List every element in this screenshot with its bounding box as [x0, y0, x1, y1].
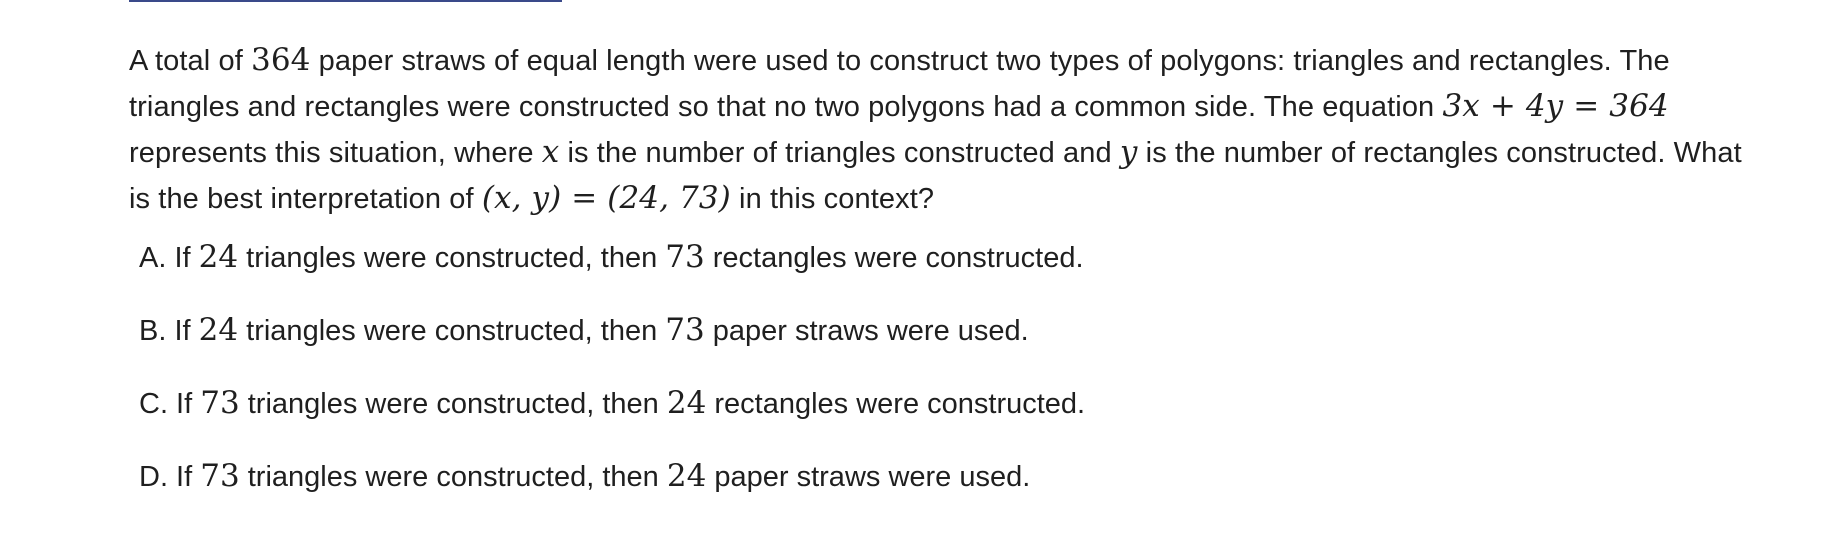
question-stem: A total of 364 paper straws of equal len… — [129, 38, 1769, 222]
answer-choices: A. If 24 triangles were constructed, the… — [139, 235, 1085, 527]
choice-text: rectangles were constructed. — [706, 388, 1086, 420]
choice-d[interactable]: D. If 73 triangles were constructed, the… — [139, 454, 1085, 527]
question-text: represents this situation, where — [129, 137, 542, 169]
choice-text: triangles were constructed, then — [239, 461, 667, 493]
choice-text: If — [168, 388, 201, 420]
choice-text: paper straws were used. — [704, 315, 1029, 347]
choice-letter: D. — [139, 461, 168, 493]
choice-text: triangles were constructed, then — [239, 388, 667, 420]
math-variable-x: x — [541, 134, 560, 170]
math-ordered-pair: (x, y) = (24, 73) — [481, 180, 731, 216]
choice-c[interactable]: C. If 73 triangles were constructed, the… — [139, 381, 1085, 454]
choice-b[interactable]: B. If 24 triangles were constructed, the… — [139, 308, 1085, 381]
choice-letter: B. — [139, 315, 167, 347]
choice-text: If — [166, 242, 199, 274]
math-number: 73 — [200, 458, 240, 494]
math-number: 364 — [251, 42, 311, 78]
math-number: 24 — [666, 458, 707, 494]
choice-text: If — [166, 315, 199, 347]
question-text: A total of — [129, 45, 252, 77]
choice-letter: A. — [139, 242, 167, 274]
math-number: 24 — [198, 312, 239, 348]
choice-text: triangles were constructed, then — [238, 315, 666, 347]
math-number: 73 — [200, 385, 240, 421]
math-number: 73 — [665, 239, 705, 275]
choice-text: If — [168, 461, 201, 493]
top-divider — [129, 0, 562, 2]
math-number: 73 — [665, 312, 705, 348]
choice-text: paper straws were used. — [706, 461, 1031, 493]
question-text: paper straws of equal length were used t… — [129, 45, 1670, 123]
choice-text: rectangles were constructed. — [704, 242, 1084, 274]
choice-letter: C. — [139, 388, 168, 420]
question-text: is the number of triangles constructed a… — [559, 137, 1120, 169]
choice-a[interactable]: A. If 24 triangles were constructed, the… — [139, 235, 1085, 308]
math-number: 24 — [198, 239, 239, 275]
math-variable-y: y — [1119, 134, 1138, 170]
math-number: 24 — [666, 385, 707, 421]
question-text: in this context? — [730, 183, 935, 215]
choice-text: triangles were constructed, then — [238, 242, 666, 274]
math-equation: 3x + 4y = 364 — [1442, 88, 1669, 124]
